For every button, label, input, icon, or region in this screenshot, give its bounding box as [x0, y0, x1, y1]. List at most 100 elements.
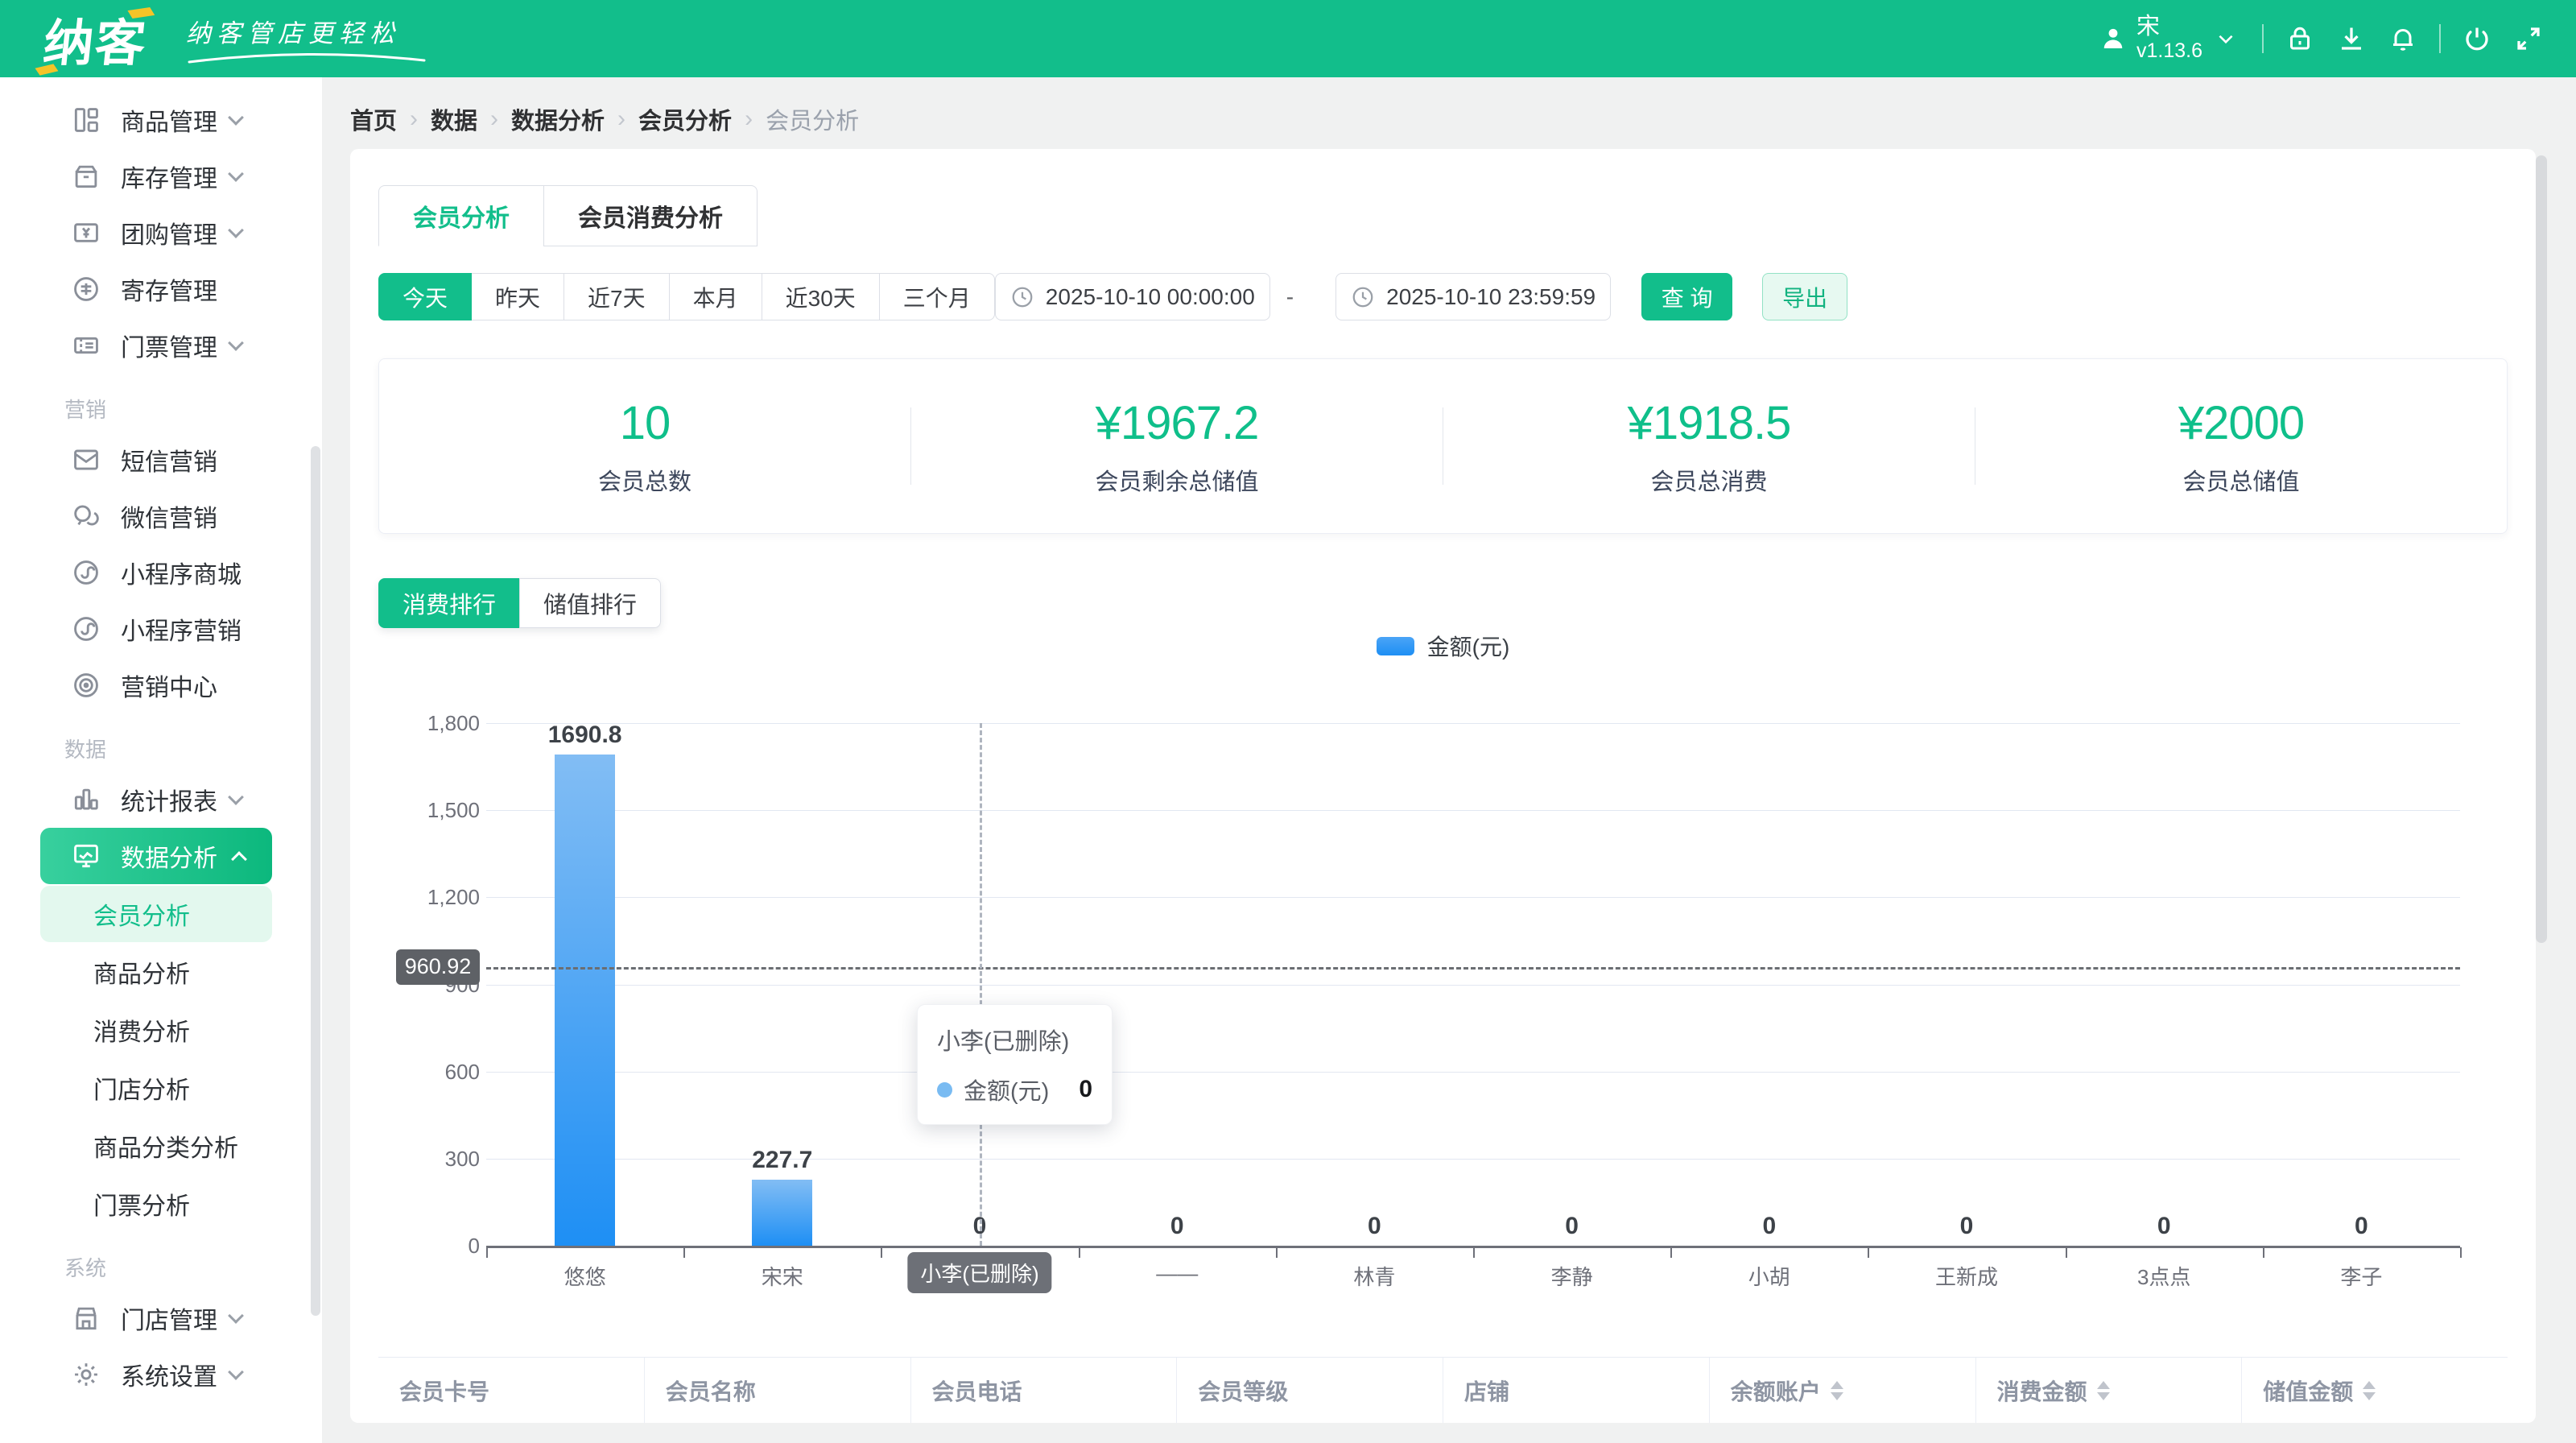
sidebar-item-store-management[interactable]: 门店管理	[0, 1290, 322, 1346]
column-header-label: 店铺	[1464, 1375, 1509, 1407]
column-header-消费金额[interactable]: 消费金额	[1976, 1358, 2243, 1423]
sidebar-item-statistic-reports[interactable]: 统计报表	[0, 771, 322, 828]
tooltip-series-name: 金额(元)	[964, 1073, 1049, 1106]
sidebar-nav: 商品管理库存管理团购管理寄存管理门票管理营销短信营销微信营销小程序商城小程序营销…	[0, 77, 322, 1443]
brand-logo[interactable]: 纳客 纳客管店更轻松	[44, 2, 427, 75]
sort-carets-icon[interactable]	[2363, 1381, 2376, 1400]
export-button[interactable]: 导出	[1762, 273, 1847, 320]
sort-descending-icon[interactable]	[1831, 1392, 1843, 1400]
column-header-label: 会员卡号	[399, 1375, 489, 1407]
sort-ascending-icon[interactable]	[2097, 1381, 2110, 1389]
sidebar-subitem-store-analysis[interactable]: 门店分析	[40, 1060, 272, 1116]
sidebar-subitem-ticket-analysis[interactable]: 门票分析	[40, 1176, 272, 1232]
date-start-input[interactable]: 2025-10-10 00:00:00	[995, 273, 1270, 320]
x-axis-tick	[1670, 1247, 1672, 1258]
sidebar-item-label: 门票管理	[121, 328, 217, 363]
date-end-input[interactable]: 2025-10-10 23:59:59	[1335, 273, 1611, 320]
sidebar-item-miniprogram-marketing[interactable]: 小程序营销	[0, 601, 322, 657]
chart-tooltip: 小李(已删除)金额(元)0	[917, 1004, 1113, 1125]
sidebar-item-goods-management[interactable]: 商品管理	[0, 92, 322, 148]
rank-tab-储值排行[interactable]: 储值排行	[519, 578, 661, 628]
lock-icon[interactable]	[2285, 23, 2315, 54]
fullscreen-icon[interactable]	[2513, 23, 2544, 54]
breadcrumb-item[interactable]: 首页	[350, 102, 397, 136]
sidebar-item-data-analysis[interactable]: 数据分析	[40, 828, 272, 884]
bar-chart: 03006009001,2001,5001,800960.921690.8悠悠2…	[378, 655, 2508, 1337]
breadcrumb-item[interactable]: 数据	[431, 102, 477, 136]
sidebar-item-label: 小程序营销	[121, 611, 242, 647]
sidebar-item-label: 库存管理	[121, 159, 217, 194]
filter-row: 今天昨天近7天本月近30天三个月 2025-10-10 00:00:00 - 2…	[378, 273, 2508, 320]
quick-filter-button[interactable]: 三个月	[879, 273, 995, 320]
quick-filter-button[interactable]: 近30天	[762, 273, 880, 320]
main-scrollbar-thumb[interactable]	[2536, 155, 2547, 943]
quick-filter-button[interactable]: 近7天	[564, 273, 670, 320]
member-table-header: 会员卡号会员名称会员电话会员等级店铺余额账户消费金额储值金额	[378, 1357, 2508, 1423]
stat-3: ¥1918.5会员总消费	[1443, 396, 1975, 497]
query-button[interactable]: 查 询	[1641, 273, 1732, 320]
y-axis-tick-label: 1,800	[378, 711, 480, 736]
sidebar-item-label: 小程序商城	[121, 555, 242, 590]
bar-宋宋[interactable]	[752, 1180, 812, 1246]
x-axis-label: 李静	[1473, 1261, 1670, 1291]
quick-filter-button[interactable]: 昨天	[471, 273, 564, 320]
breadcrumb-item[interactable]: 数据分析	[511, 102, 605, 136]
brand-logo-text: 纳客	[40, 2, 151, 75]
quick-filter-button[interactable]: 今天	[378, 273, 472, 320]
x-axis-label: ——	[1079, 1261, 1276, 1286]
bell-icon[interactable]	[2388, 23, 2418, 54]
sidebar-section-label: 系统	[0, 1243, 322, 1290]
sidebar-item-marketing-center[interactable]: 营销中心	[0, 657, 322, 713]
sidebar-item-miniprogram-mall[interactable]: 小程序商城	[0, 544, 322, 601]
download-icon[interactable]	[2336, 23, 2367, 54]
sidebar-subitem-goods-analysis[interactable]: 商品分析	[40, 944, 272, 1000]
user-avatar-icon	[2098, 23, 2128, 54]
column-header-会员卡号: 会员卡号	[378, 1358, 645, 1423]
breadcrumb-separator: ›	[490, 105, 498, 133]
quick-filter-button[interactable]: 本月	[669, 273, 762, 320]
sidebar-item-label: 系统设置	[121, 1357, 217, 1392]
column-header-余额账户[interactable]: 余额账户	[1710, 1358, 1976, 1423]
date-range-separator: -	[1286, 284, 1294, 310]
bar-悠悠[interactable]	[555, 755, 615, 1246]
chevron-down-icon	[228, 222, 244, 238]
sidebar-item-sms-marketing[interactable]: 短信营销	[0, 432, 322, 488]
sidebar-subitem-goods-category-analysis[interactable]: 商品分类分析	[40, 1118, 272, 1174]
monitor-icon	[71, 841, 101, 871]
tab-会员分析[interactable]: 会员分析	[378, 185, 544, 246]
sort-carets-icon[interactable]	[1831, 1381, 1843, 1400]
sidebar-item-system-settings[interactable]: 系统设置	[0, 1346, 322, 1403]
sidebar-item-ticket-management[interactable]: 门票管理	[0, 317, 322, 374]
divider	[2439, 24, 2441, 53]
legend-swatch-amount[interactable]	[1377, 637, 1414, 655]
bar-value-label: 227.7	[683, 1147, 881, 1174]
sidebar-subitem-consumption-analysis[interactable]: 消费分析	[40, 1002, 272, 1058]
bar-value-label: 1690.8	[486, 722, 683, 749]
sidebar-item-label: 商品管理	[121, 102, 217, 138]
sort-carets-icon[interactable]	[2097, 1381, 2110, 1400]
rank-tab-消费排行[interactable]: 消费排行	[378, 578, 520, 628]
power-icon[interactable]	[2462, 23, 2492, 54]
tab-会员消费分析[interactable]: 会员消费分析	[543, 185, 758, 246]
sidebar-item-inventory-management[interactable]: 库存管理	[0, 148, 322, 205]
sort-descending-icon[interactable]	[2363, 1392, 2376, 1400]
logo-accent	[35, 64, 58, 75]
x-axis-tick	[881, 1247, 882, 1258]
breadcrumb-item[interactable]: 会员分析	[638, 102, 732, 136]
sidebar-item-groupbuy-management[interactable]: 团购管理	[0, 205, 322, 261]
sort-descending-icon[interactable]	[2097, 1392, 2110, 1400]
gear-icon	[71, 1359, 101, 1390]
column-header-储值金额[interactable]: 储值金额	[2242, 1358, 2508, 1423]
column-header-会员等级: 会员等级	[1177, 1358, 1443, 1423]
x-axis-label: 王新成	[1868, 1261, 2066, 1291]
sidebar-subitem-member-analysis[interactable]: 会员分析	[40, 886, 272, 942]
sidebar-scrollbar-thumb[interactable]	[311, 446, 320, 1316]
x-axis-tick	[1276, 1247, 1278, 1258]
sidebar-item-wechat-marketing[interactable]: 微信营销	[0, 488, 322, 544]
bar-value-label: 0	[2263, 1213, 2460, 1240]
app-version: v1.13.6	[2136, 40, 2202, 63]
user-menu[interactable]: 宋 v1.13.6	[2098, 14, 2241, 62]
sort-ascending-icon[interactable]	[2363, 1381, 2376, 1389]
sidebar-item-deposit-management[interactable]: 寄存管理	[0, 261, 322, 317]
sort-ascending-icon[interactable]	[1831, 1381, 1843, 1389]
